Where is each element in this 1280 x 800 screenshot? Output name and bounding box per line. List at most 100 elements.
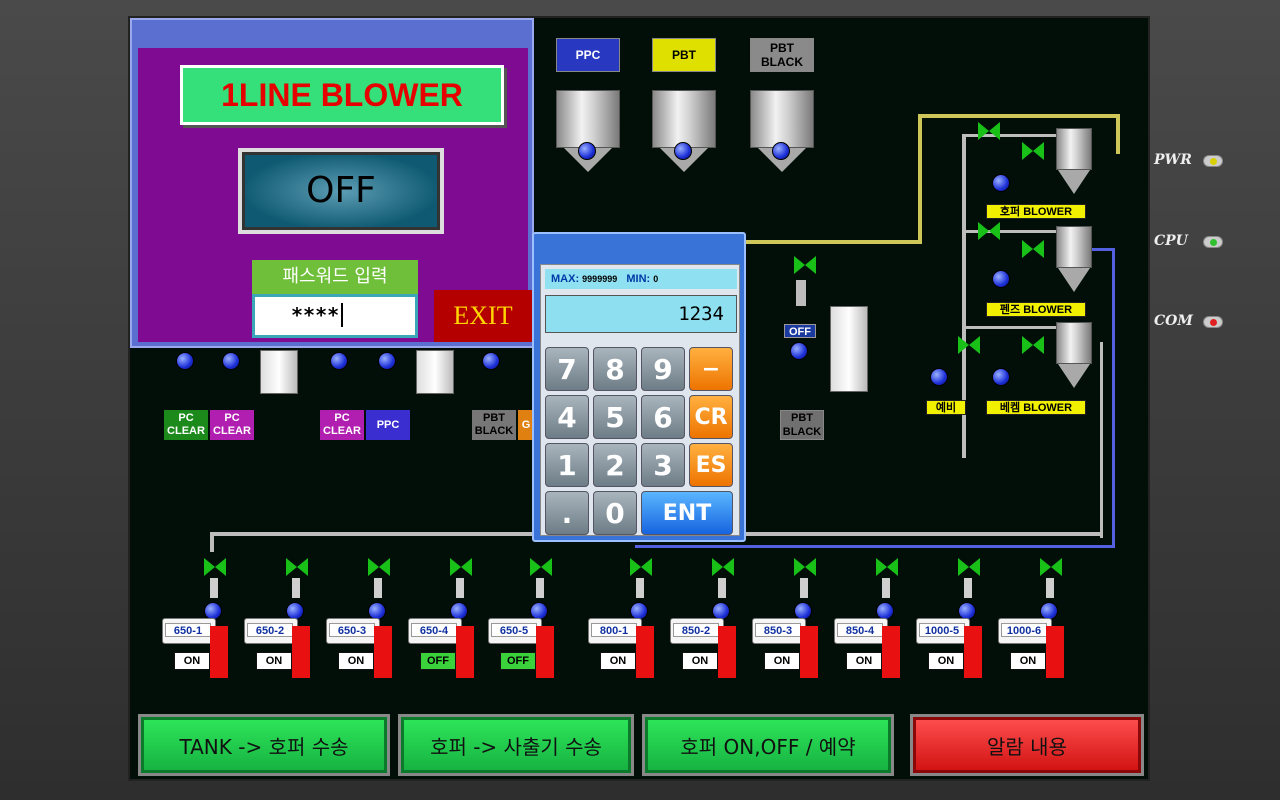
valve-icon[interactable] bbox=[286, 558, 308, 578]
password-input[interactable]: **** bbox=[252, 294, 418, 338]
dryer-unit bbox=[416, 350, 454, 394]
valve-icon[interactable] bbox=[1022, 142, 1044, 162]
silo-pbt bbox=[652, 90, 716, 178]
valve-icon[interactable] bbox=[1022, 240, 1044, 260]
injection-machine: 650-4 OFF bbox=[408, 558, 480, 678]
valve-icon[interactable] bbox=[712, 558, 734, 578]
machine-status[interactable]: ON bbox=[764, 652, 800, 670]
machine-body: 650-5 bbox=[488, 618, 542, 644]
hopper-ball-icon bbox=[176, 352, 194, 370]
blower-popup: 1LINE BLOWER OFF 패스워드 입력 **** EXIT bbox=[130, 18, 534, 348]
machine-status[interactable]: ON bbox=[846, 652, 882, 670]
keypad-key[interactable]: 7 bbox=[545, 347, 589, 391]
machine-status[interactable]: ON bbox=[256, 652, 292, 670]
keypad-key[interactable]: 6 bbox=[641, 395, 685, 439]
pipe bbox=[1100, 342, 1103, 538]
nav-hopper-to-injector-button[interactable]: 호퍼 -> 사출기 수송 bbox=[398, 714, 634, 776]
machine-label: 650-1 bbox=[165, 623, 211, 637]
pipe bbox=[1116, 114, 1120, 154]
nav-alarm-button[interactable]: 알람 내용 bbox=[910, 714, 1144, 776]
keypad-key[interactable]: 8 bbox=[593, 347, 637, 391]
popup-body: 1LINE BLOWER OFF 패스워드 입력 **** EXIT bbox=[138, 48, 532, 342]
valve-icon[interactable] bbox=[794, 558, 816, 578]
keypad-key[interactable]: CR bbox=[689, 395, 733, 439]
material-tag: PC CLEAR bbox=[164, 410, 208, 440]
machine-red-panel bbox=[536, 626, 554, 678]
blower-label: 베켐 BLOWER bbox=[986, 400, 1086, 415]
valve-icon[interactable] bbox=[368, 558, 390, 578]
dryer-unit bbox=[830, 306, 868, 392]
valve-icon[interactable] bbox=[450, 558, 472, 578]
keypad-key[interactable]: 0 bbox=[593, 491, 637, 535]
machine-body: 650-4 bbox=[408, 618, 462, 644]
keypad-key[interactable]: . bbox=[545, 491, 589, 535]
valve-icon[interactable] bbox=[1022, 336, 1044, 356]
pipe bbox=[918, 114, 922, 244]
nav-tank-to-hopper-button[interactable]: TANK -> 호퍼 수송 bbox=[138, 714, 390, 776]
machine-status[interactable]: ON bbox=[174, 652, 210, 670]
nav-hopper-onoff-button[interactable]: 호퍼 ON,OFF / 예약 bbox=[642, 714, 894, 776]
com-led bbox=[1203, 316, 1223, 328]
blower-motor-icon bbox=[992, 270, 1010, 288]
exit-button[interactable]: EXIT bbox=[434, 290, 532, 342]
machine-status[interactable]: ON bbox=[1010, 652, 1046, 670]
keypad-key[interactable]: 4 bbox=[545, 395, 589, 439]
pipe bbox=[730, 240, 922, 244]
material-tag: PC CLEAR bbox=[320, 410, 364, 440]
keypad-key[interactable]: 5 bbox=[593, 395, 637, 439]
valve-icon[interactable] bbox=[958, 558, 980, 578]
valve-icon[interactable] bbox=[630, 558, 652, 578]
silo-label-pbt: PBT bbox=[652, 38, 716, 72]
keypad-key[interactable]: ES bbox=[689, 443, 733, 487]
machine-label: 650-2 bbox=[247, 623, 293, 637]
pipe bbox=[882, 578, 890, 598]
machine-red-panel bbox=[210, 626, 228, 678]
machine-label: 850-3 bbox=[755, 623, 801, 637]
keypad-key[interactable]: 1 bbox=[545, 443, 589, 487]
valve-icon[interactable] bbox=[204, 558, 226, 578]
pipe bbox=[796, 280, 806, 306]
hopper-ball-icon bbox=[330, 352, 348, 370]
keypad-key[interactable]: 9 bbox=[641, 347, 685, 391]
hopper-ball-icon bbox=[482, 352, 500, 370]
machine-status[interactable]: ON bbox=[682, 652, 718, 670]
pipe bbox=[918, 114, 1118, 118]
machine-label: 1000-6 bbox=[1001, 623, 1047, 637]
machine-red-panel bbox=[800, 626, 818, 678]
pipe bbox=[374, 578, 382, 598]
machine-status[interactable]: ON bbox=[928, 652, 964, 670]
keypad-key[interactable]: 3 bbox=[641, 443, 685, 487]
machine-body: 1000-6 bbox=[998, 618, 1052, 644]
machine-status[interactable]: OFF bbox=[500, 652, 536, 670]
pipe bbox=[1090, 248, 1114, 251]
valve-icon[interactable] bbox=[794, 256, 816, 276]
numeric-keypad: MAX: 9999999 MIN: 0 1234 7 8 9− 4 5 6 CR 1 2 3 ES.… bbox=[532, 232, 746, 542]
machine-label: 650-4 bbox=[411, 623, 457, 637]
cyclone-hopper bbox=[1056, 322, 1092, 402]
hopper-status[interactable]: OFF bbox=[784, 324, 816, 338]
valve-icon[interactable] bbox=[530, 558, 552, 578]
valve-icon[interactable] bbox=[978, 222, 1000, 242]
keypad-key[interactable]: 2 bbox=[593, 443, 637, 487]
valve-icon[interactable] bbox=[876, 558, 898, 578]
password-value: **** bbox=[291, 303, 340, 327]
silo-label-ppc: PPC bbox=[556, 38, 620, 72]
pipe bbox=[800, 578, 808, 598]
valve-icon[interactable] bbox=[958, 336, 980, 356]
machine-status[interactable]: ON bbox=[338, 652, 374, 670]
pipe bbox=[962, 326, 1062, 329]
machine-body: 850-4 bbox=[834, 618, 888, 644]
pwr-indicator-label: PWR bbox=[1154, 152, 1192, 168]
machine-label: 650-5 bbox=[491, 623, 537, 637]
machine-label: 800-1 bbox=[591, 623, 637, 637]
pipe bbox=[962, 230, 1062, 233]
machine-status[interactable]: ON bbox=[600, 652, 636, 670]
valve-icon[interactable] bbox=[1040, 558, 1062, 578]
keypad-key[interactable]: ENT bbox=[641, 491, 733, 535]
valve-icon[interactable] bbox=[978, 122, 1000, 142]
keypad-key[interactable]: − bbox=[689, 347, 733, 391]
machine-body: 850-2 bbox=[670, 618, 724, 644]
hopper-label: PBT BLACK bbox=[780, 410, 824, 440]
blower-toggle-button[interactable]: OFF bbox=[238, 148, 444, 234]
machine-status[interactable]: OFF bbox=[420, 652, 456, 670]
